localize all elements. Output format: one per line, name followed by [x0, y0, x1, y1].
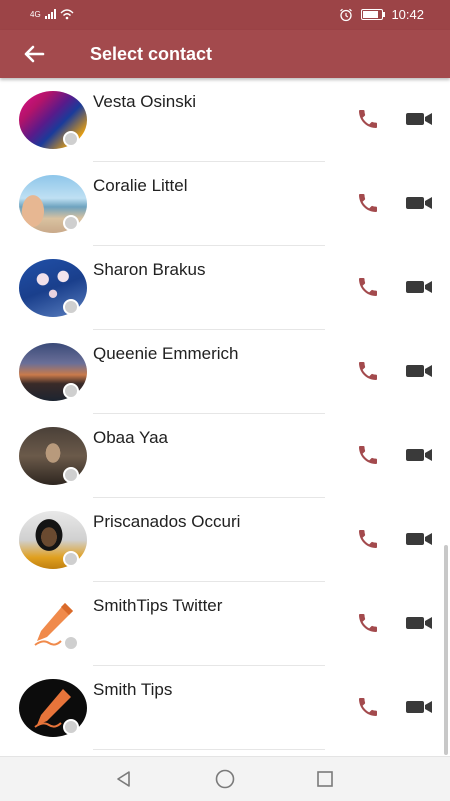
contact-name: Vesta Osinski	[93, 92, 196, 111]
phone-icon	[359, 278, 377, 296]
contact-row[interactable]: Priscanados Occuri	[0, 498, 450, 582]
voice-call-button[interactable]	[353, 692, 383, 722]
phone-icon	[359, 446, 377, 464]
presence-dot	[63, 215, 79, 231]
contact-name: Smith Tips	[93, 680, 173, 699]
status-right: 10:42	[339, 7, 424, 22]
presence-dot	[63, 635, 79, 651]
presence-dot	[63, 383, 79, 399]
avatar	[19, 91, 87, 149]
contact-name: Sharon Brakus	[93, 260, 206, 279]
back-triangle-icon	[117, 771, 130, 787]
wifi-icon	[60, 9, 74, 20]
contact-row[interactable]: Queenie Emmerich	[0, 330, 450, 414]
contact-name: Priscanados Occuri	[93, 512, 241, 531]
video-camera-icon	[406, 617, 432, 629]
page-title: Select contact	[90, 44, 213, 64]
video-call-button[interactable]	[403, 357, 435, 385]
status-time: 10:42	[391, 7, 424, 22]
presence-dot	[63, 131, 79, 147]
phone-icon	[359, 614, 377, 632]
video-camera-icon	[406, 533, 432, 545]
alarm-icon	[340, 8, 353, 21]
voice-call-button[interactable]	[353, 524, 383, 554]
contact-list[interactable]: Vesta Osinski Coralie Littel Sharon Brak…	[0, 78, 450, 756]
status-left: 4G	[30, 8, 74, 20]
voice-call-button[interactable]	[353, 440, 383, 470]
system-nav-bar	[0, 756, 450, 801]
video-camera-icon	[406, 197, 432, 209]
video-call-button[interactable]	[403, 693, 435, 721]
nav-home-button[interactable]	[211, 765, 239, 793]
contact-row[interactable]: Obaa Yaa	[0, 414, 450, 498]
presence-dot	[63, 719, 79, 735]
presence-dot	[63, 299, 79, 315]
nav-back-button[interactable]	[110, 765, 138, 793]
row-divider	[93, 749, 325, 750]
network-type: 4G	[30, 9, 41, 19]
phone-icon	[359, 110, 377, 128]
phone-icon	[359, 530, 377, 548]
contact-row[interactable]: Vesta Osinski	[0, 78, 450, 162]
voice-call-button[interactable]	[353, 272, 383, 302]
status-bar: 4G 10:42	[0, 0, 450, 30]
phone-icon	[359, 698, 377, 716]
contact-row[interactable]: Smith Tips	[0, 666, 450, 750]
avatar	[19, 343, 87, 401]
nav-recents-button[interactable]	[311, 765, 339, 793]
video-call-button[interactable]	[403, 105, 435, 133]
video-camera-icon	[406, 365, 432, 377]
video-call-button[interactable]	[403, 525, 435, 553]
contact-name: Coralie Littel	[93, 176, 188, 195]
contact-name: Obaa Yaa	[93, 428, 168, 447]
video-call-button[interactable]	[403, 441, 435, 469]
video-camera-icon	[406, 281, 432, 293]
scrollbar[interactable]	[444, 545, 448, 755]
video-camera-icon	[406, 113, 432, 125]
recents-square-icon	[317, 771, 333, 787]
avatar	[19, 595, 87, 653]
video-call-button[interactable]	[403, 273, 435, 301]
video-call-button[interactable]	[403, 189, 435, 217]
avatar	[19, 175, 87, 233]
signal-icon	[44, 9, 56, 19]
presence-dot	[63, 467, 79, 483]
phone-icon	[359, 362, 377, 380]
avatar	[19, 427, 87, 485]
contact-name: Queenie Emmerich	[93, 344, 239, 363]
contact-name: SmithTips Twitter	[93, 596, 223, 615]
video-camera-icon	[406, 449, 432, 461]
arrow-left-icon	[24, 45, 45, 63]
app-toolbar: Select contact	[0, 30, 450, 78]
avatar	[19, 511, 87, 569]
contact-row[interactable]: SmithTips Twitter	[0, 582, 450, 666]
phone-icon	[359, 194, 377, 212]
avatar	[19, 679, 87, 737]
back-button[interactable]	[18, 38, 50, 70]
video-camera-icon	[406, 701, 432, 713]
avatar	[19, 259, 87, 317]
battery-icon	[361, 9, 386, 20]
contact-row[interactable]: Sharon Brakus	[0, 246, 450, 330]
voice-call-button[interactable]	[353, 104, 383, 134]
voice-call-button[interactable]	[353, 608, 383, 638]
voice-call-button[interactable]	[353, 356, 383, 386]
home-circle-icon	[215, 769, 235, 789]
voice-call-button[interactable]	[353, 188, 383, 218]
contact-row[interactable]: Coralie Littel	[0, 162, 450, 246]
presence-dot	[63, 551, 79, 567]
video-call-button[interactable]	[403, 609, 435, 637]
